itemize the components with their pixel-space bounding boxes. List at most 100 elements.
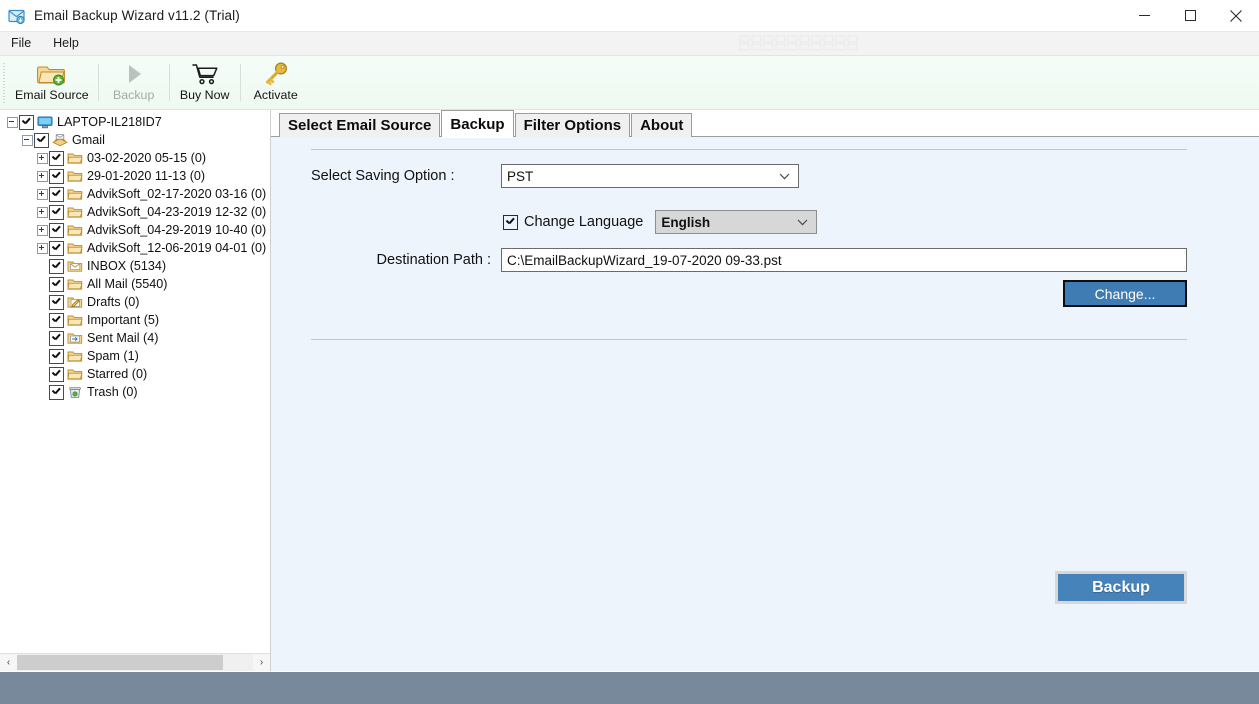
tree-node-checkbox[interactable] xyxy=(49,366,64,382)
tree-node-label: Spam (1) xyxy=(87,349,139,363)
tree-node[interactable]: All Mail (5540) xyxy=(0,275,270,293)
tree-node-label: Gmail xyxy=(72,133,105,147)
tree-horizontal-scrollbar[interactable]: ‹ › xyxy=(0,653,270,671)
saving-option-select[interactable]: PST xyxy=(501,164,799,188)
backup-button[interactable]: Backup xyxy=(1055,571,1187,604)
scrollbar-track[interactable] xyxy=(17,654,253,671)
scrollbar-thumb[interactable] xyxy=(17,655,223,670)
tree-node-label: LAPTOP-IL218ID7 xyxy=(57,115,162,129)
tree-node[interactable]: AdvikSoft_12-06-2019 04-01 (0) xyxy=(0,239,270,257)
tree-node-checkbox[interactable] xyxy=(49,150,64,166)
play-triangle-icon xyxy=(121,60,147,88)
tree-node[interactable]: Drafts (0) xyxy=(0,293,270,311)
tree-node-checkbox[interactable] xyxy=(49,330,64,346)
expand-icon[interactable] xyxy=(36,224,49,237)
tab-strip[interactable]: Select Email Source Backup Filter Options A… xyxy=(271,110,1259,138)
tree-node-label: 03-02-2020 05-15 (0) xyxy=(87,151,207,165)
tree-node-checkbox[interactable] xyxy=(49,222,64,238)
content-panel: Select Email Source Backup Filter Options A… xyxy=(271,110,1259,671)
folder-icon xyxy=(66,169,83,184)
tree-node-checkbox[interactable] xyxy=(34,132,49,148)
toolbar-button-activate[interactable]: Activate xyxy=(242,56,310,109)
expand-icon[interactable] xyxy=(36,170,49,183)
menu-item-help[interactable]: Help xyxy=(42,32,90,55)
tree-node-checkbox[interactable] xyxy=(49,186,64,202)
tree-node[interactable]: AdvikSoft_04-29-2019 10-40 (0) xyxy=(0,221,270,239)
tree-node[interactable]: INBOX (5134) xyxy=(0,257,270,275)
folder-icon xyxy=(66,223,83,238)
tree-node-checkbox[interactable] xyxy=(49,240,64,256)
title-bar: Email Backup Wizard v11.2 (Trial) xyxy=(0,0,1259,32)
tab-backup[interactable]: Backup xyxy=(441,110,514,138)
scroll-right-arrow-icon[interactable]: › xyxy=(253,654,270,671)
tree-node-checkbox[interactable] xyxy=(49,204,64,220)
tree-node-label: 29-01-2020 11-13 (0) xyxy=(87,169,206,183)
folder-icon xyxy=(66,205,83,220)
language-select[interactable]: English xyxy=(655,210,818,234)
tree-node[interactable]: Spam (1) xyxy=(0,347,270,365)
folder-icon xyxy=(66,151,83,166)
scroll-left-arrow-icon[interactable]: ‹ xyxy=(0,654,17,671)
tree-node-label: AdvikSoft_04-23-2019 12-32 (0) xyxy=(87,205,267,219)
tab-filter-options[interactable]: Filter Options xyxy=(514,113,631,137)
change-language-label: Change Language xyxy=(524,214,644,230)
tab-about[interactable]: About xyxy=(631,113,693,137)
sent-mail-icon xyxy=(66,331,83,346)
folder-tree[interactable]: LAPTOP-IL218ID7 Gmail 03-02-2020 05-15 (0)… xyxy=(0,110,270,653)
toolbar-grip[interactable] xyxy=(0,56,7,109)
folder-icon xyxy=(66,241,83,256)
tree-node[interactable]: Gmail xyxy=(0,131,270,149)
tree-node-checkbox[interactable] xyxy=(49,384,64,400)
tree-node[interactable]: Trash (0) xyxy=(0,383,270,401)
collapse-icon[interactable] xyxy=(21,134,34,147)
toolbar-separator-1 xyxy=(97,64,99,101)
drafts-pencil-icon xyxy=(66,295,83,310)
change-language-row: Change Language English xyxy=(311,210,1187,234)
tab-select-email-source[interactable]: Select Email Source xyxy=(279,113,441,137)
tree-node[interactable]: AdvikSoft_04-23-2019 12-32 (0) xyxy=(0,203,270,221)
tree-node[interactable]: 29-01-2020 11-13 (0) xyxy=(0,167,270,185)
folder-icon xyxy=(66,277,83,292)
expand-icon[interactable] xyxy=(36,242,49,255)
tree-node[interactable]: Sent Mail (4) xyxy=(0,329,270,347)
toolbar-button-backup[interactable]: Backup xyxy=(100,56,168,109)
expand-icon[interactable] xyxy=(36,188,49,201)
toolbar-separator-2 xyxy=(168,64,170,101)
tree-node-label: Drafts (0) xyxy=(87,295,140,309)
menu-item-file[interactable]: File xyxy=(0,32,42,55)
destination-path-input[interactable]: C:\EmailBackupWizard_19-07-2020 09-33.ps… xyxy=(501,248,1187,272)
toolbar-button-buy-now[interactable]: Buy Now xyxy=(171,56,239,109)
key-icon xyxy=(262,60,290,88)
tree-node-checkbox[interactable] xyxy=(49,294,64,310)
backup-tab-panel: Select Saving Option : PST Change Langua… xyxy=(271,136,1259,671)
tree-node-label: AdvikSoft_02-17-2020 03-16 (0) xyxy=(87,187,267,201)
tree-node[interactable]: LAPTOP-IL218ID7 xyxy=(0,113,270,131)
folder-icon xyxy=(66,349,83,364)
tree-node-checkbox[interactable] xyxy=(49,276,64,292)
destination-path-row: Destination Path : C:\EmailBackupWizard_… xyxy=(311,248,1187,272)
toolbar-button-email-source[interactable]: Email Source xyxy=(7,56,97,109)
tree-node[interactable]: AdvikSoft_02-17-2020 03-16 (0) xyxy=(0,185,270,203)
tree-node-checkbox[interactable] xyxy=(49,348,64,364)
tree-node-checkbox[interactable] xyxy=(49,258,64,274)
tree-node-checkbox[interactable] xyxy=(19,114,34,130)
minimize-button[interactable] xyxy=(1121,0,1167,31)
tree-node[interactable]: Important (5) xyxy=(0,311,270,329)
expand-icon[interactable] xyxy=(36,206,49,219)
tree-node-checkbox[interactable] xyxy=(49,312,64,328)
saving-option-label: Select Saving Option : xyxy=(311,168,455,184)
maximize-button[interactable] xyxy=(1167,0,1213,31)
expand-icon[interactable] xyxy=(36,152,49,165)
change-button[interactable]: Change... xyxy=(1063,280,1187,307)
change-language-checkbox[interactable] xyxy=(503,214,518,230)
close-button[interactable] xyxy=(1213,0,1259,31)
tree-node[interactable]: 03-02-2020 05-15 (0) xyxy=(0,149,270,167)
collapse-icon[interactable] xyxy=(6,116,19,129)
tree-node[interactable]: Starred (0) xyxy=(0,365,270,383)
tree-node-checkbox[interactable] xyxy=(49,168,64,184)
